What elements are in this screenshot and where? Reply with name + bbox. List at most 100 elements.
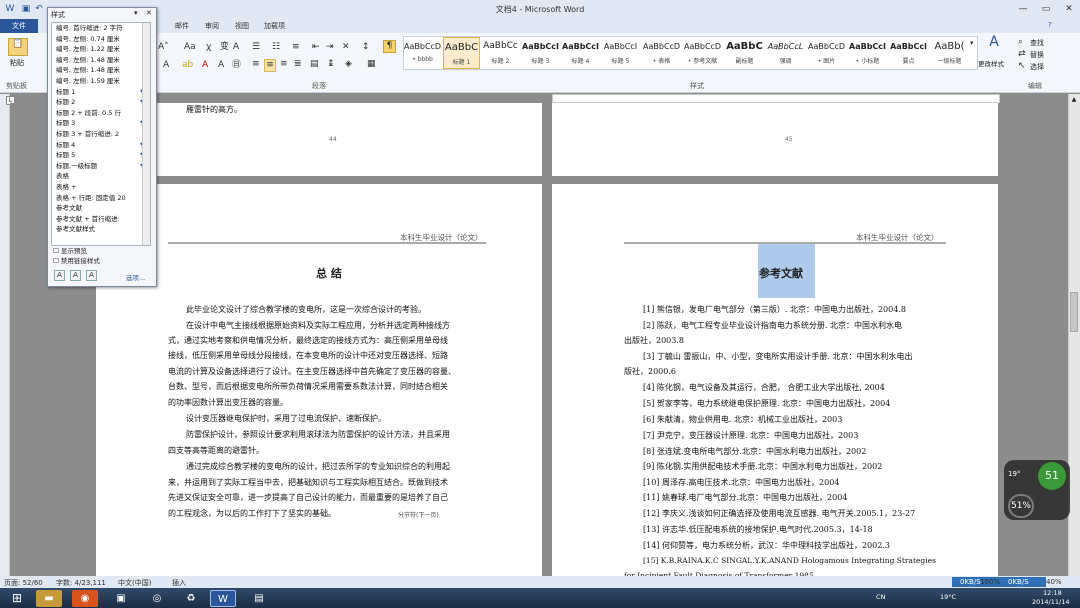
style-list-item[interactable]: 表格 + 行距: 固定值 20 bbox=[52, 193, 150, 204]
style-list-item[interactable]: 编号, 左侧: 0.74 厘米 bbox=[52, 34, 150, 45]
style-list-item[interactable]: 编号, 左侧: 1.48 厘米 bbox=[52, 65, 150, 76]
text-effects-icon[interactable]: A bbox=[163, 60, 169, 71]
style-heading-2[interactable]: AaBbCc 标题 2 bbox=[482, 37, 519, 69]
clear-format-icon[interactable]: ꭓ bbox=[206, 42, 211, 53]
disable-linked-checkbox[interactable]: ☐ 禁用链接样式 bbox=[53, 255, 100, 265]
style-list-item[interactable]: 参考文献 + 首行缩进: bbox=[52, 214, 150, 225]
show-marks-icon[interactable]: ¶ bbox=[383, 40, 396, 53]
select-button[interactable]: 选择 bbox=[1030, 62, 1044, 72]
tab-view[interactable]: 视图 bbox=[235, 21, 249, 31]
style-list-item[interactable]: 编号, 左侧: 1.59 厘米 bbox=[52, 76, 150, 87]
replace-button[interactable]: 替换 bbox=[1030, 50, 1044, 60]
style-picture[interactable]: AaBbCcDc• 图片 bbox=[808, 37, 845, 69]
scrollbar-thumb[interactable] bbox=[1070, 292, 1078, 332]
tab-mail[interactable]: 邮件 bbox=[175, 21, 189, 31]
find-icon[interactable]: ⌕ bbox=[1018, 37, 1023, 48]
page-44-bottom[interactable] bbox=[96, 103, 542, 176]
insert-mode[interactable]: 插入 bbox=[172, 578, 186, 588]
multilevel-icon[interactable]: ≡ bbox=[292, 42, 300, 53]
style-level1-heading[interactable]: AaBb(一级标题 bbox=[931, 37, 968, 69]
page-45-bottom[interactable] bbox=[552, 103, 998, 176]
line-spacing-icon[interactable]: ↨ bbox=[327, 59, 335, 70]
word-taskbar-icon[interactable]: W bbox=[210, 590, 236, 607]
clock-date[interactable]: 2014/11/14 bbox=[1032, 598, 1069, 606]
styles-pane[interactable]: 样式 ▾ ✕ 编号, 首行缩进: 2 字符 编号, 左侧: 0.74 厘米 编号… bbox=[47, 7, 157, 287]
style-list-item[interactable]: 编号, 左侧: 1.48 厘米 bbox=[52, 55, 150, 66]
language-indicator[interactable]: 中文(中国) bbox=[118, 578, 151, 588]
scroll-up-icon[interactable]: ▲ bbox=[1070, 96, 1078, 104]
style-list-item[interactable]: 标题 2 + 段前: 0.5 行 bbox=[52, 108, 150, 119]
app-icon[interactable]: ▤ bbox=[246, 590, 272, 607]
align-right-icon[interactable]: ≡ bbox=[280, 59, 288, 70]
justify-icon[interactable]: ≣ bbox=[294, 59, 302, 70]
phonetic-icon[interactable]: 变 bbox=[220, 42, 229, 53]
close-button[interactable]: ✕ bbox=[1058, 2, 1080, 16]
style-list-item[interactable]: 参考文献↵ bbox=[52, 203, 150, 214]
style-inspector-icon[interactable]: A bbox=[70, 270, 81, 281]
enclose-char-icon[interactable]: ㊐ bbox=[232, 60, 241, 71]
new-style-icon[interactable]: A bbox=[54, 270, 65, 281]
borders-icon[interactable]: ▦ bbox=[367, 59, 376, 70]
style-bbbb[interactable]: AaBbCcDc• bbbb bbox=[404, 37, 441, 69]
app-icon[interactable]: ▣ bbox=[108, 590, 134, 607]
increase-indent-icon[interactable]: ⇥ bbox=[326, 42, 334, 53]
styles-list-scrollbar[interactable] bbox=[142, 23, 150, 245]
style-key-point[interactable]: AaBbCcl 要点 bbox=[890, 37, 927, 69]
zoom-level[interactable]: 100% bbox=[980, 578, 1000, 586]
show-preview-checkbox[interactable]: ☐ 显示预览 bbox=[53, 245, 87, 255]
sort-icon[interactable]: ↕ bbox=[362, 42, 370, 53]
style-list-item[interactable]: 标题 1¶a bbox=[52, 87, 150, 98]
recycle-icon[interactable]: ♻ bbox=[178, 590, 204, 607]
numbering-icon[interactable]: ☷ bbox=[272, 42, 280, 53]
style-heading-4[interactable]: AaBbCcI 标题 4 bbox=[562, 37, 599, 69]
options-link[interactable]: 选项... bbox=[126, 272, 145, 282]
style-list-item[interactable]: 编号, 首行缩进: 2 字符 bbox=[52, 23, 150, 34]
tab-addins[interactable]: 加载项 bbox=[264, 21, 285, 31]
distributed-icon[interactable]: ▤ bbox=[310, 59, 319, 70]
vertical-ruler[interactable] bbox=[0, 94, 10, 576]
change-styles-icon[interactable]: A bbox=[985, 35, 1003, 49]
style-list-item[interactable]: 标题 5¶a bbox=[52, 150, 150, 161]
styles-list[interactable]: 编号, 首行缩进: 2 字符 编号, 左侧: 0.74 厘米 编号, 左侧: 1… bbox=[51, 22, 151, 246]
gallery-scroll-icon[interactable]: ▾ bbox=[970, 38, 974, 49]
horizontal-ruler[interactable] bbox=[552, 94, 1000, 103]
style-list-item[interactable]: 标题 4¶a bbox=[52, 140, 150, 151]
style-list-item[interactable]: 标题,一级标题¶a bbox=[52, 161, 150, 172]
style-list-item[interactable]: 编号, 左侧: 1.22 厘米 bbox=[52, 44, 150, 55]
paste-label[interactable]: 粘贴 bbox=[10, 58, 24, 68]
select-icon[interactable]: ↖ bbox=[1018, 61, 1026, 72]
style-references[interactable]: AaBbCcDc• 参考文献 bbox=[684, 37, 721, 69]
font-color-icon[interactable]: A bbox=[202, 60, 208, 71]
pane-menu-icon[interactable]: ▾ bbox=[134, 9, 138, 17]
align-center-icon[interactable]: ≡ bbox=[264, 59, 276, 72]
style-list-item[interactable]: 表格↵ bbox=[52, 171, 150, 182]
style-list-item[interactable]: 参考文献样式↵ bbox=[52, 224, 150, 235]
style-subheading[interactable]: AaBbCcI • 小标题 bbox=[849, 37, 886, 69]
highlight-icon[interactable]: ab bbox=[182, 60, 193, 71]
word-count[interactable]: 字数: 4/23,111 bbox=[56, 578, 106, 588]
pane-close-icon[interactable]: ✕ bbox=[146, 9, 152, 17]
style-list-item[interactable]: 表格 + bbox=[52, 182, 150, 193]
style-table[interactable]: AaBbCcDc• 表格 bbox=[643, 37, 680, 69]
style-list-item[interactable]: 标题 3¶a bbox=[52, 118, 150, 129]
chinese-layout-icon[interactable]: ✕ bbox=[342, 42, 350, 53]
style-list-item[interactable]: 标题 3 + 首行缩进: 2 bbox=[52, 129, 150, 140]
manage-styles-icon[interactable]: A bbox=[86, 270, 97, 281]
style-heading-5[interactable]: AaBbCcI 标题 5 bbox=[602, 37, 639, 69]
shading-icon[interactable]: ◈ bbox=[345, 59, 352, 70]
char-shading-icon[interactable]: A bbox=[218, 60, 224, 71]
font-size-grow-icon[interactable]: A˄ bbox=[158, 42, 169, 53]
change-case-icon[interactable]: Aa bbox=[184, 42, 196, 53]
maximize-button[interactable]: ▭ bbox=[1035, 2, 1057, 16]
tab-review[interactable]: 审阅 bbox=[205, 21, 219, 31]
style-subtitle[interactable]: AaBbC 副标题 bbox=[726, 37, 763, 69]
browser-icon[interactable]: ◉ bbox=[72, 590, 98, 607]
tab-file[interactable]: 文件 bbox=[0, 19, 38, 33]
style-heading-3[interactable]: AaBbCcI 标题 3 bbox=[522, 37, 559, 69]
start-button-icon[interactable]: ⊞ bbox=[4, 590, 30, 607]
replace-icon[interactable]: ⇄ bbox=[1018, 49, 1026, 60]
find-button[interactable]: 查找 bbox=[1030, 38, 1044, 48]
input-language[interactable]: CN bbox=[876, 593, 885, 601]
style-list-item[interactable]: 标题 2¶a bbox=[52, 97, 150, 108]
style-emphasis[interactable]: AaBbCcL 强调 bbox=[767, 37, 804, 69]
